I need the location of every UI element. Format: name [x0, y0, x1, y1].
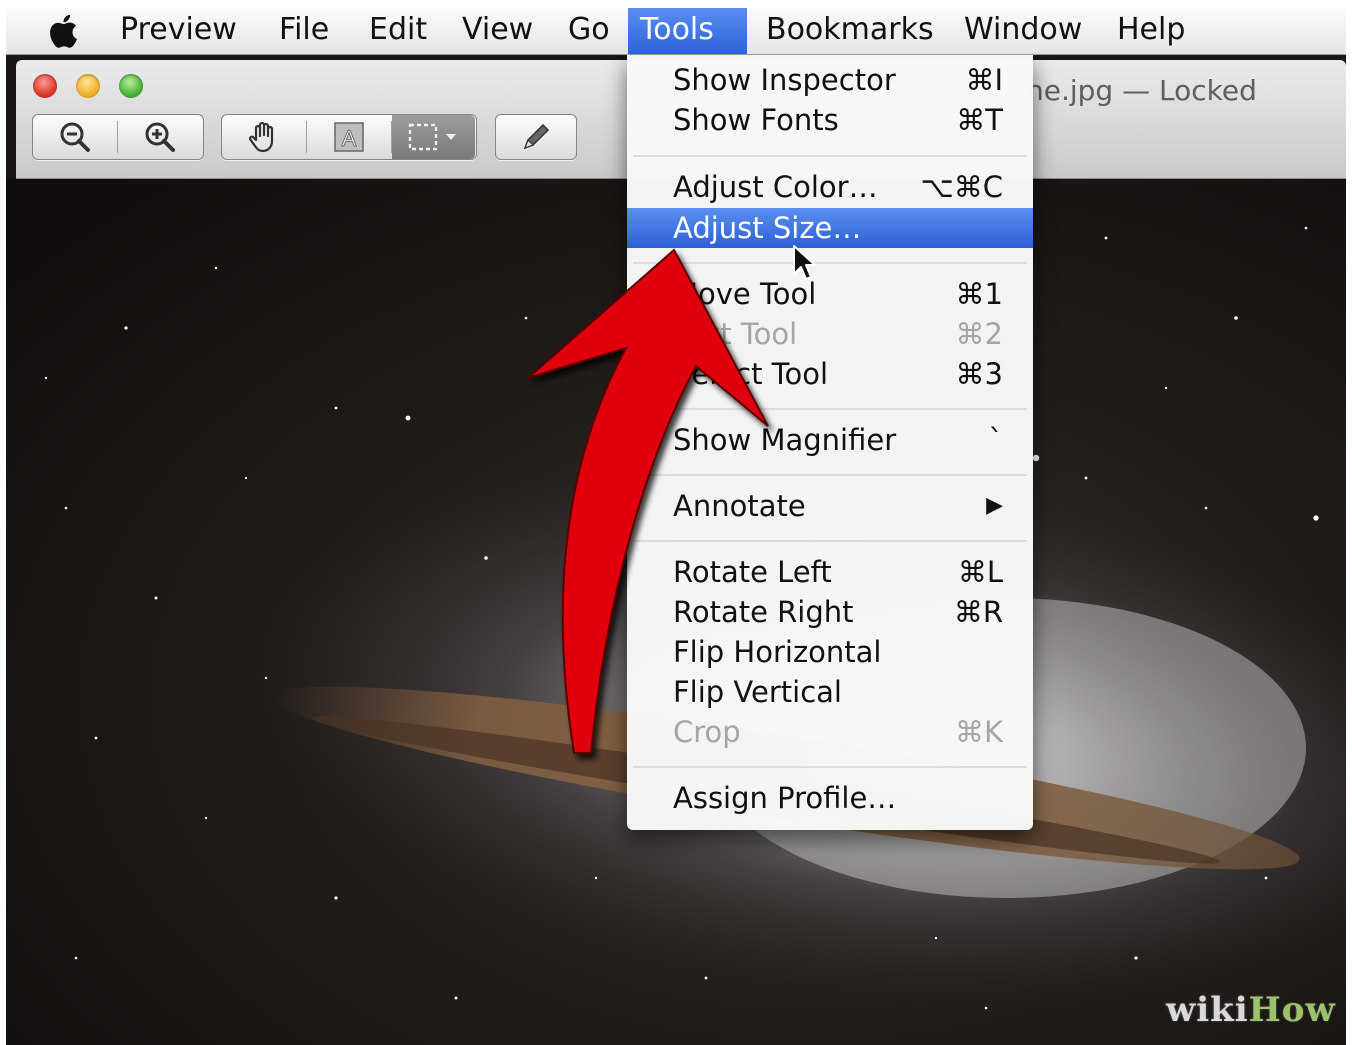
menu-item-show-magnifier[interactable]: Show Magnifier ` — [627, 420, 1033, 460]
zoom-out-icon — [60, 122, 90, 152]
zoom-in-icon — [145, 122, 175, 152]
wikihow-watermark: wikiHow — [1166, 990, 1336, 1030]
zoom-control — [32, 114, 204, 160]
menu-file[interactable]: File — [269, 8, 339, 54]
menu-window[interactable]: Window — [954, 8, 1092, 54]
menu-bar: Preview File Edit View Go Tools Bookmark… — [6, 8, 1346, 55]
menu-item-crop[interactable]: Crop ⌘K — [627, 712, 1033, 752]
pencil-icon — [523, 123, 550, 150]
window-title: ne.jpg — Locked — [1026, 74, 1257, 107]
menu-item-show-inspector[interactable]: Show Inspector ⌘I — [627, 60, 1033, 100]
menu-item-adjust-size[interactable]: Adjust Size… — [627, 208, 1033, 248]
menu-separator — [633, 474, 1027, 476]
menu-view[interactable]: View — [452, 8, 543, 54]
annotate-button-inner[interactable] — [496, 115, 576, 159]
menu-item-flip-horizontal[interactable]: Flip Horizontal — [627, 632, 1033, 672]
select-tool-button[interactable] — [392, 115, 475, 159]
menu-help[interactable]: Help — [1107, 8, 1195, 54]
menu-item-select-tool[interactable]: Select Tool ⌘3 — [627, 354, 1033, 394]
annotate-button[interactable] — [495, 114, 577, 160]
text-tool-button[interactable]: A — [307, 115, 391, 159]
menu-item-assign-profile[interactable]: Assign Profile… — [627, 778, 1033, 818]
tool-mode-control: A — [221, 114, 477, 160]
zoom-in-button[interactable] — [118, 115, 202, 159]
svg-text:A: A — [342, 126, 357, 151]
menu-bookmarks[interactable]: Bookmarks — [756, 8, 944, 54]
menu-item-rotate-left[interactable]: Rotate Left ⌘L — [627, 552, 1033, 592]
zoom-window-button[interactable] — [119, 74, 143, 98]
menu-tools[interactable]: Tools — [628, 8, 747, 54]
menu-item-move-tool[interactable]: Move Tool ⌘1 — [627, 274, 1033, 314]
menu-go[interactable]: Go — [558, 8, 620, 54]
menu-separator — [633, 766, 1027, 768]
menu-separator — [633, 155, 1027, 157]
tools-menu: Show Inspector ⌘I Show Fonts ⌘T Adjust C… — [627, 54, 1033, 830]
marquee-select-icon — [408, 123, 456, 151]
zoom-out-button[interactable] — [33, 115, 117, 159]
screen: Preview File Edit View Go Tools Bookmark… — [6, 8, 1346, 1045]
menu-item-annotate[interactable]: Annotate ▶ — [627, 486, 1033, 526]
menu-item-show-fonts[interactable]: Show Fonts ⌘T — [627, 100, 1033, 140]
menu-separator — [633, 408, 1027, 410]
menu-item-text-tool[interactable]: Text Tool ⌘2 — [627, 314, 1033, 354]
menu-item-rotate-right[interactable]: Rotate Right ⌘R — [627, 592, 1033, 632]
menu-preview[interactable]: Preview — [110, 8, 247, 54]
text-select-icon: A — [334, 122, 364, 152]
menu-item-flip-vertical[interactable]: Flip Vertical — [627, 672, 1033, 712]
menu-item-adjust-color[interactable]: Adjust Color… ⌥⌘C — [627, 167, 1033, 207]
minimize-window-button[interactable] — [76, 74, 100, 98]
apple-logo-icon[interactable] — [48, 13, 78, 49]
menu-separator — [633, 540, 1027, 542]
mouse-cursor-icon — [793, 245, 816, 280]
close-window-button[interactable] — [33, 74, 57, 98]
menu-edit[interactable]: Edit — [359, 8, 437, 54]
submenu-arrow-icon: ▶ — [986, 493, 1003, 518]
move-tool-button[interactable] — [222, 115, 306, 159]
menu-separator — [633, 262, 1027, 264]
hand-icon — [248, 121, 274, 153]
